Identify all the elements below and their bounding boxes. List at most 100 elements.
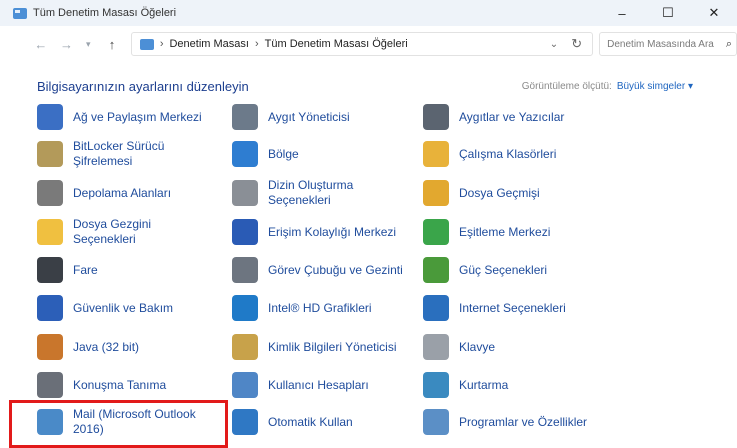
java-icon [37,334,63,360]
indexing-icon [232,180,258,206]
minimize-button[interactable]: – [599,0,645,26]
flag-icon [37,295,63,321]
control-panel-item[interactable]: Intel® HD Grafikleri [232,289,412,327]
control-panel-item-label: Dosya Geçmişi [459,185,540,200]
control-panel-item[interactable]: Dosya Gezgini Seçenekleri [37,213,217,251]
control-panel-item[interactable]: Otomatik Kullan [232,403,412,441]
file-history-icon [423,180,449,206]
control-panel-item-label: Programlar ve Özellikler [459,414,588,429]
control-panel-item[interactable]: Erişim Kolaylığı Merkezi [232,213,412,251]
control-panel-item[interactable]: Programlar ve Özellikler [423,403,603,441]
control-panel-item-label: Güç Seçenekleri [459,262,548,277]
network-icon [37,104,63,130]
globe-icon [232,141,258,167]
breadcrumb-all-items[interactable]: Tüm Denetim Masası Öğeleri [265,38,408,50]
internet-options-icon [423,295,449,321]
control-panel-item-label: Dizin Oluşturma Seçenekleri [268,178,354,207]
control-panel-item[interactable]: Klavye [423,328,603,366]
control-panel-item[interactable]: Kimlik Bilgileri Yöneticisi [232,328,412,366]
control-panel-item-label: Erişim Kolaylığı Merkezi [268,224,397,239]
recovery-icon [423,372,449,398]
control-panel-item-label: Görev Çubuğu ve Gezinti [268,262,403,277]
control-panel-item[interactable]: Ağ ve Paylaşım Merkezi [37,98,217,136]
keyboard-icon [423,334,449,360]
breadcrumb-control-panel[interactable]: Denetim Masası [169,38,248,50]
chevron-right-icon[interactable]: › [160,38,164,50]
programs-icon [423,409,449,435]
credential-icon [232,334,258,360]
up-arrow-icon[interactable]: ↑ [103,35,121,53]
control-panel-item[interactable]: Güç Seçenekleri [423,251,603,289]
power-icon [423,257,449,283]
control-panel-item-label: Kullanıcı Hesapları [268,377,369,392]
work-folders-icon [423,141,449,167]
control-panel-item-label: Konuşma Tanıma [73,377,167,392]
control-panel-item[interactable]: Kurtarma [423,366,603,404]
control-panel-items: Ağ ve Paylaşım Merkezi Aygıt Yöneticisi Ay… [0,100,737,448]
control-panel-icon [139,38,154,50]
control-panel-item-label: Otomatik Kullan [268,414,353,429]
control-panel-item[interactable]: Aygıt Yöneticisi [232,98,412,136]
control-panel-item[interactable]: BitLocker Sürücü Şifrelemesi [37,135,217,173]
control-panel-item-label: Intel® HD Grafikleri [268,300,372,315]
control-panel-item[interactable]: Çalışma Klasörleri [423,135,603,173]
control-panel-item-label: Bölge [268,146,299,161]
control-panel-item[interactable]: Eşitleme Merkezi [423,213,603,251]
maximize-button[interactable]: ☐ [645,0,691,26]
address-row: ← → ▾ ↑ › Denetim Masası › Tüm Denetim M… [0,26,737,62]
control-panel-item[interactable]: Kullanıcı Hesapları [232,366,412,404]
intel-graphics-icon [232,295,258,321]
forward-arrow-icon[interactable]: → [58,35,76,53]
search-placeholder: Denetim Masasında Ara [607,38,714,50]
control-panel-item[interactable]: Internet Seçenekleri [423,289,603,327]
control-panel-item-label: Depolama Alanları [73,185,172,200]
view-by: Görüntüleme ölçütü: Büyük simgeler ▾ [522,81,693,92]
control-panel-item-label: Java (32 bit) [73,339,140,354]
address-bar[interactable]: › Denetim Masası › Tüm Denetim Masası Öğ… [130,32,594,56]
control-panel-item-label: Eşitleme Merkezi [459,224,551,239]
control-panel-item[interactable]: Fare [37,251,217,289]
control-panel-item[interactable]: Konuşma Tanıma [37,366,217,404]
control-panel-item-label: Aygıt Yöneticisi [268,109,350,124]
ease-of-access-icon [232,219,258,245]
chevron-right-icon[interactable]: › [255,38,259,50]
search-icon[interactable]: ⌕ [726,38,732,51]
window-controls: – ☐ ✕ [599,0,737,26]
control-panel-item-label: Ağ ve Paylaşım Merkezi [73,109,202,124]
control-panel-item-label: Internet Seçenekleri [459,300,566,315]
control-panel-item-label: Kurtarma [459,377,509,392]
view-by-dropdown[interactable]: Büyük simgeler ▾ [617,81,693,92]
control-panel-icon [13,7,27,19]
taskbar-icon [232,257,258,283]
control-panel-item[interactable]: Bölge [232,135,412,173]
close-button[interactable]: ✕ [691,0,737,26]
refresh-icon[interactable]: ↻ [571,36,582,52]
recent-locations-chevron-icon[interactable]: ▾ [79,35,97,53]
folder-options-icon [37,219,63,245]
title-bar: Tüm Denetim Masası Öğeleri – ☐ ✕ [0,0,737,26]
control-panel-item-label: Çalışma Klasörleri [459,146,557,161]
control-panel-item[interactable]: Dosya Geçmişi [423,174,603,212]
control-panel-item[interactable]: Aygıtlar ve Yazıcılar [423,98,603,136]
search-input[interactable]: Denetim Masasında Ara ⌕ [599,32,737,56]
mouse-icon [37,257,63,283]
control-panel-item[interactable]: Depolama Alanları [37,174,217,212]
window-title: Tüm Denetim Masası Öğeleri [33,7,177,19]
control-panel-item-label: BitLocker Sürücü Şifrelemesi [73,139,165,168]
control-panel-item-label: Klavye [459,339,496,354]
printer-icon [423,104,449,130]
mail-item-highlight [9,400,228,448]
back-arrow-icon[interactable]: ← [32,35,50,53]
users-icon [232,372,258,398]
control-panel-item-label: Dosya Gezgini Seçenekleri [73,217,152,246]
microphone-icon [37,372,63,398]
control-panel-item[interactable]: Java (32 bit) [37,328,217,366]
control-panel-item[interactable]: Görev Çubuğu ve Gezinti [232,251,412,289]
control-panel-item-label: Aygıtlar ve Yazıcılar [459,109,565,124]
chevron-down-icon[interactable]: ⌄ [550,39,558,50]
control-panel-item[interactable]: Güvenlik ve Bakım [37,289,217,327]
bitlocker-icon [37,141,63,167]
page-title: Bilgisayarınızın ayarlarını düzenleyin [37,79,249,94]
control-panel-item[interactable]: Dizin Oluşturma Seçenekleri [232,174,412,212]
control-panel-item-label: Güvenlik ve Bakım [73,300,174,315]
